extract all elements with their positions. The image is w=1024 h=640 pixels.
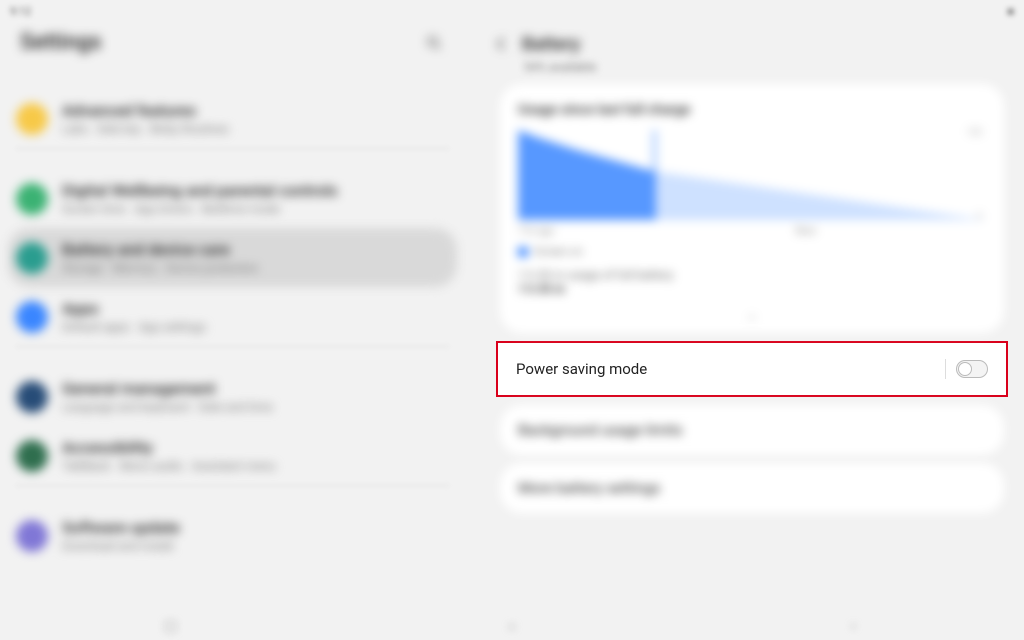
usage-chart-card: Usage since last full charge 100 0 7 hr … [500, 84, 1004, 333]
chart-time-row: 7 hr ago Now [518, 226, 986, 237]
battery-pane: Battery 54% available Usage since last f… [480, 22, 1024, 640]
power-saving-label: Power saving mode [516, 360, 647, 378]
sidebar-item-label: Battery and device care [62, 240, 258, 259]
legend-swatch-icon [518, 247, 528, 257]
chart-y-min: 0 [977, 212, 982, 222]
battery-usage-chart: 100 0 [518, 130, 986, 220]
nav-home-button[interactable]: ○ [503, 617, 521, 635]
nav-back-button[interactable]: ‹ [844, 617, 862, 635]
chart-y-max: 100 [967, 128, 982, 138]
status-bar: 9:12 ■ [0, 0, 1024, 22]
sidebar-item-label: Digital Wellbeing and parental controls [62, 181, 338, 200]
sidebar-item-sub: Labs · Side key · Bixby Routines [62, 122, 229, 136]
settings-title: Settings [20, 30, 101, 55]
chart-stats-line: 1 h 35 m usage of full battery [518, 268, 674, 282]
sidebar-item-advanced-features[interactable]: Advanced features Labs · Side key · Bixb… [0, 89, 465, 148]
status-battery-icon: ■ [1007, 5, 1014, 18]
system-nav-bar: ▢ ○ ‹ [0, 612, 1024, 640]
more-battery-label: More battery settings [518, 479, 660, 497]
chart-stats-hours: 1 h 35 m [518, 282, 565, 296]
status-time: 9:12 [10, 5, 31, 18]
sidebar-item-sub: Default apps · App settings [62, 320, 206, 334]
settings-pane: Settings Advanced features Labs · Side k… [0, 22, 465, 640]
accessibility-icon [16, 440, 48, 472]
digital-wellbeing-icon [16, 183, 48, 215]
search-icon[interactable] [423, 32, 445, 54]
sidebar-item-sub: Storage · Memory · Device protection [62, 261, 258, 275]
background-usage-label: Background usage limits [518, 421, 682, 439]
sidebar-item-label: Software update [62, 518, 180, 537]
chart-expand-button[interactable]: ⌄ [518, 306, 986, 323]
toggle-thumb [958, 362, 972, 376]
more-battery-row[interactable]: More battery settings [500, 463, 1004, 513]
software-update-icon [16, 520, 48, 552]
battery-header: Battery [480, 22, 1024, 60]
power-saving-highlight: Power saving mode [496, 341, 1008, 397]
legend-label: Screen on [534, 245, 583, 258]
advanced-features-icon [16, 103, 48, 135]
power-saving-row[interactable]: Power saving mode [498, 343, 1006, 395]
sidebar-item-general-management[interactable]: General management Language and keyboard… [0, 367, 465, 426]
sidebar-item-software-update[interactable]: Software update Download and install [0, 506, 465, 565]
background-usage-row[interactable]: Background usage limits [500, 405, 1004, 455]
chart-time-end: Now [796, 226, 816, 237]
sidebar-item-sub: Screen time · App timers · Bedtime mode [62, 202, 338, 216]
divider [16, 485, 449, 486]
settings-header: Settings [0, 22, 465, 69]
battery-device-care-icon [16, 242, 48, 274]
sidebar-item-digital-wellbeing[interactable]: Digital Wellbeing and parental controls … [0, 169, 465, 228]
sidebar-item-label: General management [62, 379, 273, 398]
power-saving-toggle[interactable] [945, 359, 988, 379]
divider [16, 148, 449, 149]
sidebar-item-apps[interactable]: Apps Default apps · App settings [0, 287, 465, 346]
sidebar-item-sub: TalkBack · Mono audio · Assistant menu [62, 459, 275, 473]
chart-title: Usage since last full charge [518, 102, 986, 118]
sidebar-item-sub: Download and install [62, 539, 180, 553]
sidebar-item-sub: Language and keyboard · Date and time [62, 400, 273, 414]
toggle-divider [945, 359, 946, 379]
sidebar-item-label: Accessibility [62, 438, 275, 457]
chart-legend: Screen on [518, 245, 986, 258]
general-management-icon [16, 381, 48, 413]
sidebar-item-label: Advanced features [62, 101, 229, 120]
nav-recent-button[interactable]: ▢ [162, 617, 180, 635]
chart-time-start: 7 hr ago [518, 226, 554, 237]
sidebar-item-accessibility[interactable]: Accessibility TalkBack · Mono audio · As… [0, 426, 465, 485]
chart-stats: 1 h 35 m usage of full battery 1 h 35 m [518, 268, 986, 296]
battery-title: Battery [522, 34, 580, 55]
chevron-down-icon: ⌄ [747, 308, 758, 323]
apps-icon [16, 301, 48, 333]
back-icon[interactable] [490, 32, 514, 56]
sidebar-item-label: Apps [62, 299, 206, 318]
divider [16, 346, 449, 347]
battery-percent-line: 54% available [480, 60, 1024, 74]
sidebar-item-battery-device-care[interactable]: Battery and device care Storage · Memory… [8, 228, 457, 287]
toggle-track [956, 360, 988, 378]
